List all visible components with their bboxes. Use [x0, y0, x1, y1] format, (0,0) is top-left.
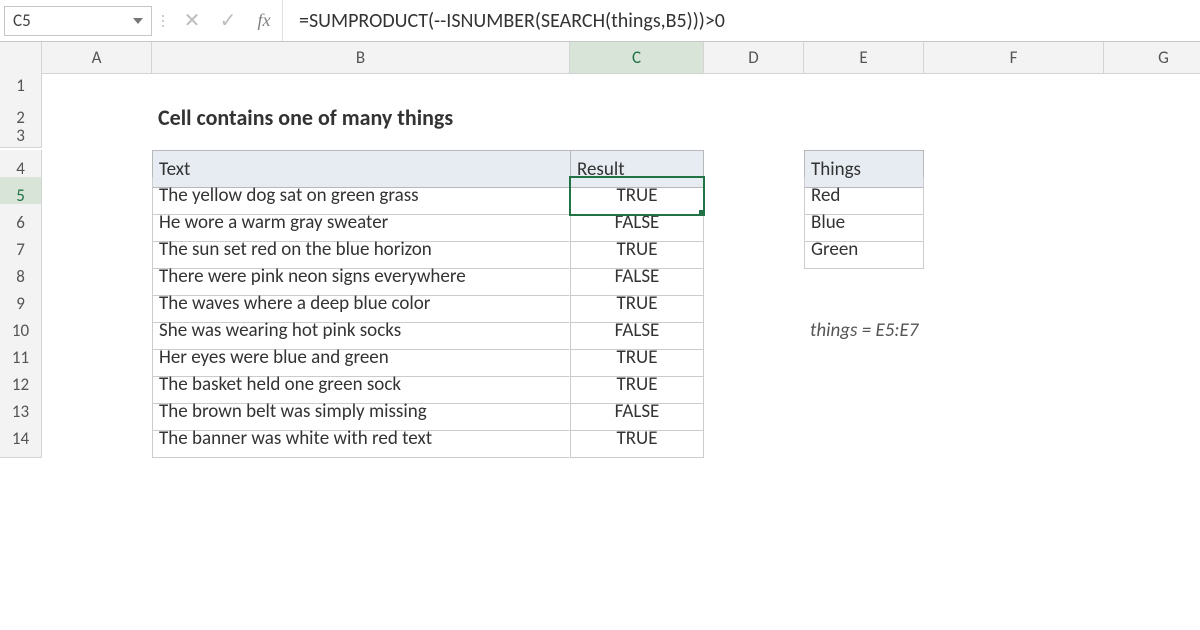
row-header-3[interactable]: 3	[0, 123, 42, 148]
table-cell-result-14[interactable]: TRUE	[570, 420, 704, 458]
formula-input[interactable]: =SUMPRODUCT(--ISNUMBER(SEARCH(things,B5)…	[282, 0, 1200, 41]
row-header-14[interactable]: 14	[0, 420, 42, 458]
table-cell-text-14[interactable]: The banner was white with red text	[152, 420, 570, 458]
cell-G14[interactable]	[1104, 420, 1200, 458]
separator	[158, 6, 168, 36]
cell-E14[interactable]	[804, 420, 924, 458]
formula-text: =SUMPRODUCT(--ISNUMBER(SEARCH(things,B5)…	[299, 9, 725, 33]
cell-F14[interactable]	[924, 420, 1104, 458]
cell-F3[interactable]	[924, 123, 1104, 148]
cell-G3[interactable]	[1104, 123, 1200, 148]
enter-icon: ✓	[210, 8, 246, 33]
cancel-icon: ✕	[174, 8, 210, 33]
name-box-text: C5	[13, 10, 31, 31]
fx-icon[interactable]: fx	[246, 10, 282, 31]
table-cell-result-5[interactable]: TRUE	[570, 177, 704, 215]
cell-E3[interactable]	[804, 123, 924, 148]
cell-D14[interactable]	[704, 420, 804, 458]
spreadsheet-grid: ABCDEFG12Cell contains one of many thing…	[0, 42, 1200, 447]
cell-A3[interactable]	[42, 123, 152, 148]
cell-A14[interactable]	[42, 420, 152, 458]
cell-C3[interactable]	[570, 123, 704, 148]
formula-bar: C5 ✕ ✓ fx =SUMPRODUCT(--ISNUMBER(SEARCH(…	[0, 0, 1200, 42]
name-box-dropdown-icon[interactable]	[133, 18, 143, 24]
name-box[interactable]: C5	[4, 6, 152, 36]
cell-B3[interactable]	[152, 123, 570, 148]
cell-D3[interactable]	[704, 123, 804, 148]
